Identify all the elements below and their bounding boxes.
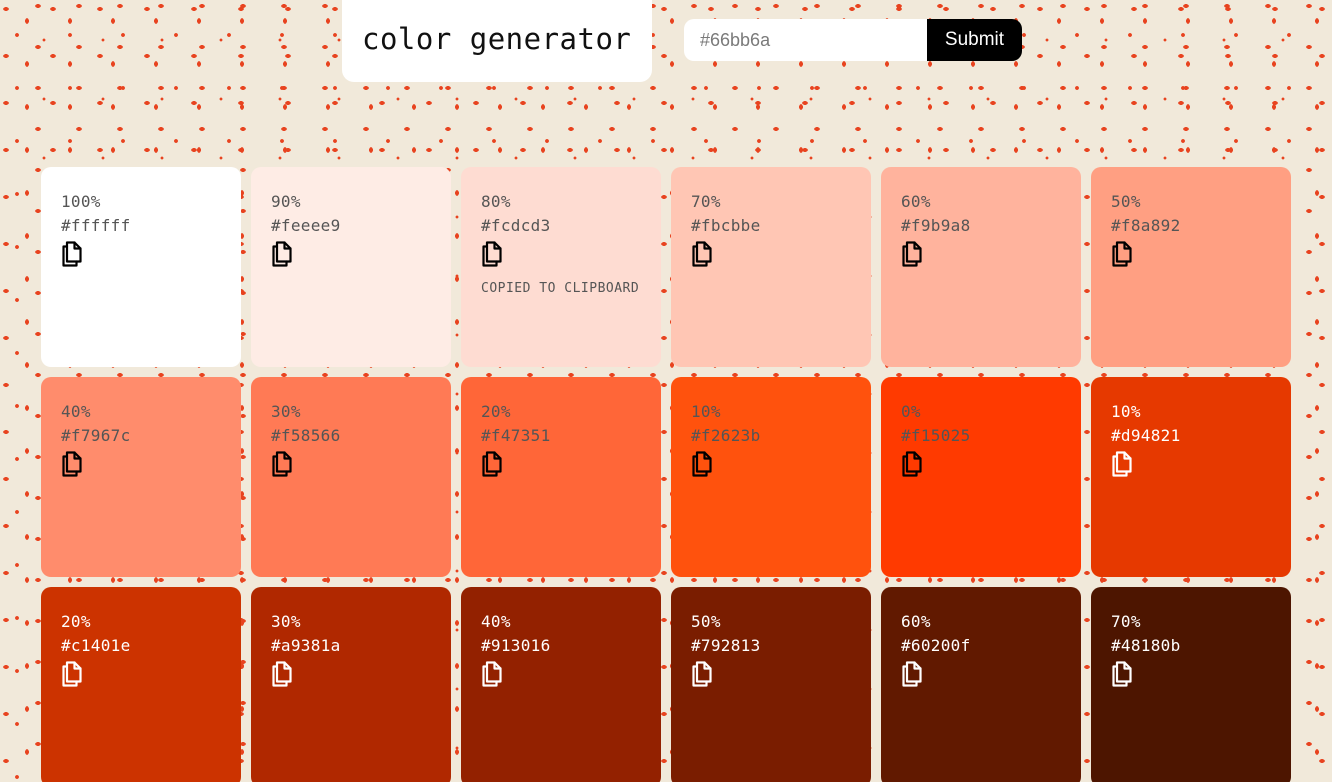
submit-button[interactable]: Submit — [927, 19, 1022, 61]
swatch-hex: #c1401e — [61, 636, 131, 655]
swatch-hex: #a9381a — [271, 636, 341, 655]
color-swatch[interactable]: 80% #fcdcd3 copied to clipboard — [461, 167, 661, 367]
swatch-hex: #f15025 — [901, 426, 971, 445]
swatch-weight: 30% — [271, 612, 301, 631]
swatch-weight: 20% — [61, 612, 91, 631]
color-form: Submit — [684, 19, 1022, 61]
swatch-hex: #f9b9a8 — [901, 216, 971, 235]
color-swatch[interactable]: 90% #feeee9 — [251, 167, 451, 367]
swatch-hex: #792813 — [691, 636, 761, 655]
swatch-hex: #913016 — [481, 636, 551, 655]
swatch-weight: 40% — [61, 402, 91, 421]
swatch-hex: #fcdcd3 — [481, 216, 551, 235]
copy-icon[interactable] — [691, 661, 713, 687]
color-swatch[interactable]: 60% #f9b9a8 — [881, 167, 1081, 367]
swatch-weight: 50% — [1111, 192, 1141, 211]
copy-icon[interactable] — [901, 451, 923, 477]
color-swatch[interactable]: 50% #f8a892 — [1091, 167, 1291, 367]
swatch-hex: #d94821 — [1111, 426, 1181, 445]
title-card: color generator — [342, 0, 652, 82]
copy-icon[interactable] — [61, 661, 83, 687]
copy-icon[interactable] — [1111, 451, 1133, 477]
swatch-weight: 30% — [271, 402, 301, 421]
copy-icon[interactable] — [271, 451, 293, 477]
copy-icon[interactable] — [901, 241, 923, 267]
color-swatch[interactable]: 40% #913016 — [461, 587, 661, 782]
swatch-weight: 10% — [1111, 402, 1141, 421]
swatch-weight: 70% — [691, 192, 721, 211]
color-swatch[interactable]: 60% #60200f — [881, 587, 1081, 782]
color-swatch[interactable]: 20% #f47351 — [461, 377, 661, 577]
copy-icon[interactable] — [1111, 241, 1133, 267]
color-swatch[interactable]: 30% #f58566 — [251, 377, 451, 577]
copy-icon[interactable] — [481, 241, 503, 267]
swatch-weight: 100% — [61, 192, 101, 211]
swatch-hex: #fbcbbe — [691, 216, 761, 235]
color-swatch-grid: 100% #ffffff 90% #feeee9 80% #fcdcd3 copied to… — [41, 167, 1291, 782]
copy-icon[interactable] — [1111, 661, 1133, 687]
swatch-weight: 70% — [1111, 612, 1141, 631]
copy-icon[interactable] — [61, 451, 83, 477]
copy-icon[interactable] — [61, 241, 83, 267]
swatch-weight: 60% — [901, 612, 931, 631]
copy-icon[interactable] — [271, 241, 293, 267]
color-swatch[interactable]: 30% #a9381a — [251, 587, 451, 782]
swatch-hex: #ffffff — [61, 216, 131, 235]
color-swatch[interactable]: 0% #f15025 — [881, 377, 1081, 577]
page-title: color generator — [362, 22, 632, 56]
copy-icon[interactable] — [901, 661, 923, 687]
copy-icon[interactable] — [271, 661, 293, 687]
swatch-weight: 10% — [691, 402, 721, 421]
copy-icon[interactable] — [691, 451, 713, 477]
color-swatch[interactable]: 50% #792813 — [671, 587, 871, 782]
swatch-hex: #f8a892 — [1111, 216, 1181, 235]
swatch-hex: #f58566 — [271, 426, 341, 445]
color-swatch[interactable]: 70% #fbcbbe — [671, 167, 871, 367]
swatch-weight: 0% — [901, 402, 921, 421]
copy-icon[interactable] — [481, 661, 503, 687]
copy-icon[interactable] — [691, 241, 713, 267]
swatch-hex: #f2623b — [691, 426, 761, 445]
color-swatch[interactable]: 10% #f2623b — [671, 377, 871, 577]
swatch-hex: #feeee9 — [271, 216, 341, 235]
swatch-weight: 80% — [481, 192, 511, 211]
swatch-hex: #60200f — [901, 636, 971, 655]
swatch-hex: #f47351 — [481, 426, 551, 445]
swatch-weight: 60% — [901, 192, 931, 211]
swatch-weight: 90% — [271, 192, 301, 211]
copied-message: copied to clipboard — [481, 281, 640, 296]
color-swatch[interactable]: 40% #f7967c — [41, 377, 241, 577]
swatch-hex: #f7967c — [61, 426, 131, 445]
swatch-hex: #48180b — [1111, 636, 1181, 655]
swatch-weight: 40% — [481, 612, 511, 631]
color-swatch[interactable]: 70% #48180b — [1091, 587, 1291, 782]
color-input[interactable] — [684, 19, 927, 61]
color-swatch[interactable]: 100% #ffffff — [41, 167, 241, 367]
color-swatch[interactable]: 20% #c1401e — [41, 587, 241, 782]
swatch-weight: 20% — [481, 402, 511, 421]
swatch-weight: 50% — [691, 612, 721, 631]
copy-icon[interactable] — [481, 451, 503, 477]
color-swatch[interactable]: 10% #d94821 — [1091, 377, 1291, 577]
